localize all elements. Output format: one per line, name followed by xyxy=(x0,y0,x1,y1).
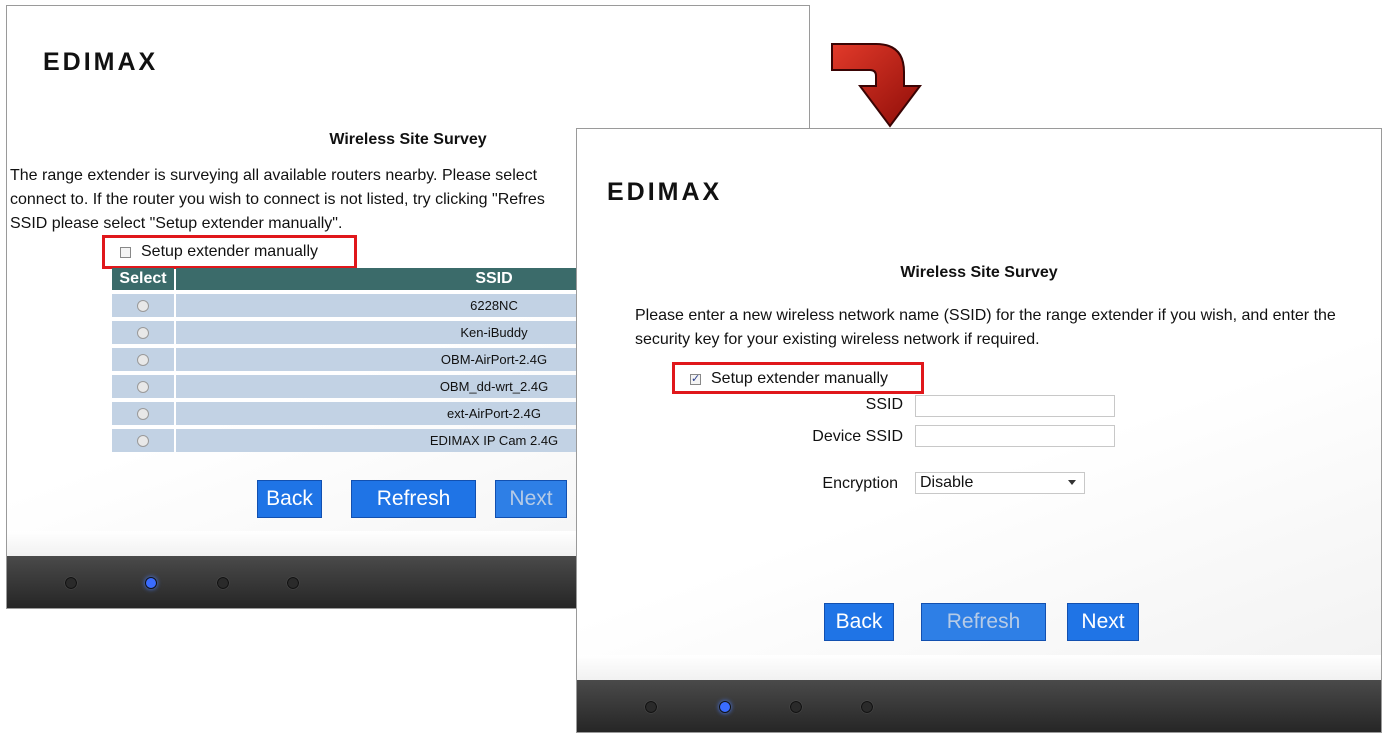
manual-description: Please enter a new wireless network name… xyxy=(635,307,1336,348)
back-button[interactable]: Back xyxy=(257,480,322,518)
status-led-icon xyxy=(145,577,157,589)
select-radio[interactable] xyxy=(137,299,149,312)
status-led-icon xyxy=(719,701,731,713)
highlight-box xyxy=(672,362,924,394)
select-radio[interactable] xyxy=(137,380,149,393)
refresh-button[interactable]: Refresh xyxy=(921,603,1046,641)
ssid-label: SSID xyxy=(865,396,903,413)
edimax-logo: EDIMAX xyxy=(43,48,159,76)
ssid-input[interactable] xyxy=(915,395,1115,417)
highlight-box xyxy=(102,235,357,269)
survey-window-manual: EDIMAX Wireless Site Survey Please enter… xyxy=(576,128,1382,733)
encryption-value: Disable xyxy=(920,474,974,491)
refresh-button[interactable]: Refresh xyxy=(351,480,476,518)
encryption-select[interactable]: Disable xyxy=(915,472,1085,494)
encryption-label: Encryption xyxy=(822,475,898,492)
select-radio[interactable] xyxy=(137,326,149,339)
edimax-logo: EDIMAX xyxy=(607,178,723,206)
page-title: Wireless Site Survey xyxy=(900,264,1058,281)
curved-arrow-icon xyxy=(831,43,922,128)
back-button[interactable]: Back xyxy=(824,603,894,641)
next-button[interactable]: Next xyxy=(495,480,567,518)
next-button[interactable]: Next xyxy=(1067,603,1139,641)
select-radio[interactable] xyxy=(137,407,149,420)
select-radio[interactable] xyxy=(137,434,149,447)
status-led-icon xyxy=(65,577,77,589)
status-led-icon xyxy=(861,701,873,713)
dropdown-arrow-icon xyxy=(1068,480,1076,485)
status-led-icon xyxy=(790,701,802,713)
status-led-icon xyxy=(217,577,229,589)
footer-bar xyxy=(577,680,1381,732)
device-ssid-input[interactable] xyxy=(915,425,1115,447)
select-radio[interactable] xyxy=(137,353,149,366)
status-led-icon xyxy=(287,577,299,589)
device-ssid-label: Device SSID xyxy=(812,428,903,445)
status-led-icon xyxy=(645,701,657,713)
header-select: Select xyxy=(112,268,174,290)
